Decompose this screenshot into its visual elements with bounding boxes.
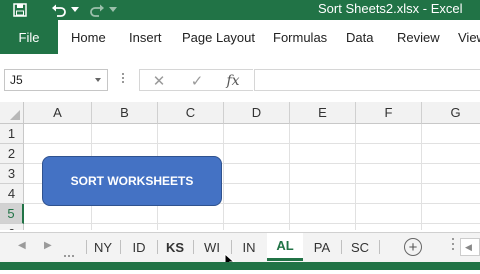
row-header[interactable]: 6 bbox=[0, 224, 24, 230]
redo-icon[interactable] bbox=[86, 0, 108, 20]
tab-page-layout[interactable]: Page Layout bbox=[182, 20, 255, 54]
select-all-corner[interactable] bbox=[0, 102, 24, 124]
sheet-tab-pa[interactable]: PA bbox=[304, 233, 340, 261]
sheet-tab-id[interactable]: ID bbox=[121, 233, 157, 261]
column-header[interactable]: B bbox=[92, 102, 158, 124]
name-box-value: J5 bbox=[10, 73, 23, 87]
undo-icon[interactable] bbox=[48, 0, 70, 20]
status-bar bbox=[0, 262, 480, 270]
sheet-tab-bar: ◀ ▶ NY ID KS WI IN AL PA SC + ◀ bbox=[0, 232, 480, 269]
add-sheet-icon[interactable]: + bbox=[404, 238, 422, 256]
tab-view[interactable]: View bbox=[458, 20, 480, 54]
insert-function-icon[interactable]: fx bbox=[218, 70, 248, 92]
scroll-left-icon[interactable]: ◀ bbox=[18, 240, 26, 251]
tab-separator bbox=[379, 240, 380, 254]
title-bar: Sort Sheets2.xlsx - Excel bbox=[0, 0, 480, 20]
sheet-tab-ks[interactable]: KS bbox=[158, 233, 192, 261]
tab-insert[interactable]: Insert bbox=[129, 20, 162, 54]
worksheet-grid[interactable]: A B C D E F G 1 2 3 4 5 6 SORT WORKSHEET… bbox=[0, 102, 480, 230]
row-header[interactable]: 1 bbox=[0, 124, 24, 144]
tab-formulas[interactable]: Formulas bbox=[273, 20, 327, 54]
formula-bar: J5 ✕ ✓ fx bbox=[0, 62, 480, 98]
column-header[interactable]: F bbox=[356, 102, 422, 124]
column-header[interactable]: C bbox=[158, 102, 224, 124]
row-header[interactable]: 3 bbox=[0, 164, 24, 184]
formula-input[interactable] bbox=[254, 69, 480, 91]
column-header[interactable]: E bbox=[290, 102, 356, 124]
ribbon-tabs: File Home Insert Page Layout Formulas Da… bbox=[0, 20, 480, 54]
sheet-tab-sc[interactable]: SC bbox=[342, 233, 378, 261]
gridline bbox=[421, 124, 422, 230]
window-title: Sort Sheets2.xlsx - Excel bbox=[318, 1, 463, 16]
tab-home[interactable]: Home bbox=[71, 20, 106, 54]
column-header[interactable]: A bbox=[24, 102, 92, 124]
scroll-right-icon[interactable]: ▶ bbox=[44, 240, 52, 251]
tab-data[interactable]: Data bbox=[346, 20, 373, 54]
gridline bbox=[24, 223, 480, 224]
more-sheets-icon[interactable] bbox=[64, 244, 76, 257]
grip-icon[interactable] bbox=[122, 73, 124, 87]
column-header[interactable]: G bbox=[422, 102, 480, 124]
formula-buttons: ✕ ✓ fx bbox=[139, 69, 253, 91]
file-tab[interactable]: File bbox=[0, 20, 58, 54]
gridline bbox=[24, 143, 480, 144]
cancel-icon[interactable]: ✕ bbox=[144, 70, 174, 92]
tab-split-handle[interactable] bbox=[452, 238, 454, 256]
chevron-down-icon[interactable] bbox=[95, 78, 101, 82]
save-icon[interactable] bbox=[10, 0, 30, 20]
chevron-down-icon[interactable] bbox=[70, 0, 80, 20]
chevron-down-icon[interactable] bbox=[108, 0, 118, 20]
row-header[interactable]: 2 bbox=[0, 144, 24, 164]
horizontal-scrollbar[interactable]: ◀ bbox=[460, 238, 480, 256]
row-header-selected[interactable]: 5 bbox=[0, 204, 24, 224]
gridline bbox=[355, 124, 356, 230]
column-header[interactable]: D bbox=[224, 102, 290, 124]
name-box[interactable]: J5 bbox=[4, 69, 108, 91]
sheet-tab-in[interactable]: IN bbox=[232, 233, 266, 261]
sort-worksheets-button[interactable]: SORT WORKSHEETS bbox=[42, 156, 222, 206]
scroll-left-arrow-icon[interactable]: ◀ bbox=[465, 242, 472, 253]
gridline bbox=[289, 124, 290, 230]
tab-review[interactable]: Review bbox=[397, 20, 440, 54]
enter-icon[interactable]: ✓ bbox=[182, 70, 212, 92]
row-header[interactable]: 4 bbox=[0, 184, 24, 204]
sheet-tab-al-active[interactable]: AL bbox=[267, 233, 303, 261]
gridline bbox=[223, 124, 224, 230]
sheet-tab-ny[interactable]: NY bbox=[87, 233, 119, 261]
